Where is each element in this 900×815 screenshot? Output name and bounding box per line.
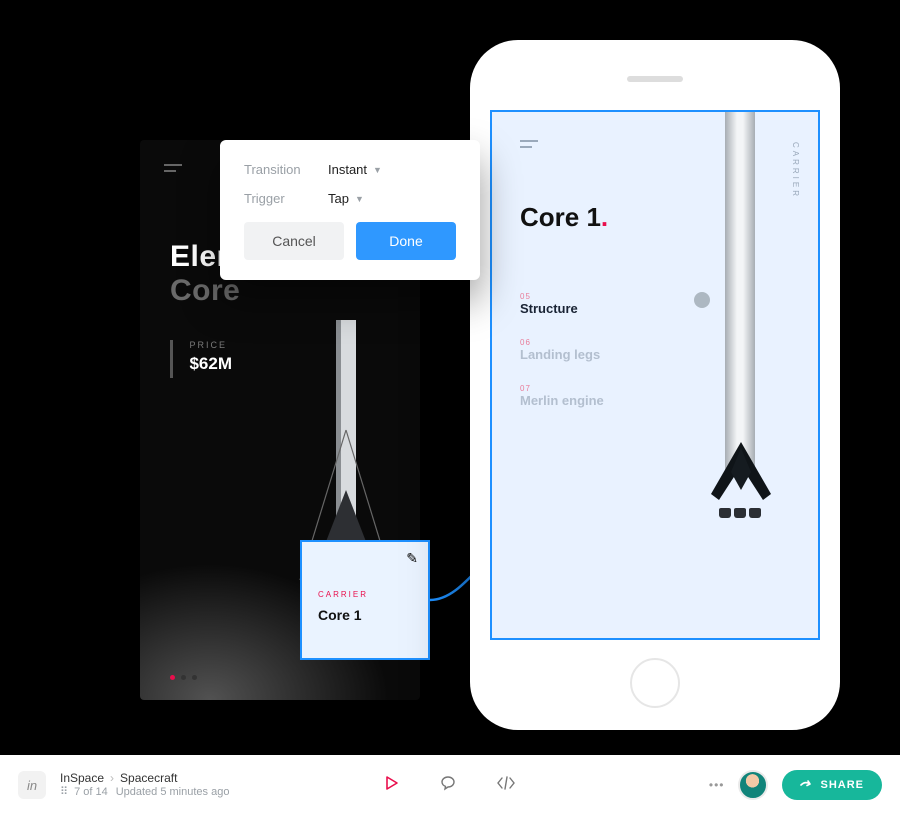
cancel-button[interactable]: Cancel — [244, 222, 344, 260]
share-label: SHARE — [820, 779, 864, 791]
breadcrumb: InSpace › Spacecraft ⠿ 7 of 14 Updated 5… — [60, 771, 229, 800]
hotspot-card[interactable]: ✎ CARRIER Core 1 — [300, 540, 430, 660]
bottom-toolbar: in InSpace › Spacecraft ⠿ 7 of 14 Update… — [0, 755, 900, 815]
transition-popover: Transition Instant ▼ Trigger Tap ▼ Cance… — [220, 140, 480, 280]
invision-logo[interactable]: in — [18, 771, 46, 799]
menu-icon — [520, 140, 538, 148]
artboard-light[interactable]: CARRIER Core 1. 05 Structure 06 Landing … — [490, 110, 820, 640]
screen-title: Core 1. — [520, 202, 608, 233]
menu-icon — [164, 164, 182, 172]
list-item[interactable]: 07 Merlin engine — [520, 384, 604, 408]
section-list: 05 Structure 06 Landing legs 07 Merlin e… — [520, 292, 604, 430]
grid-icon[interactable]: ⠿ — [60, 786, 66, 800]
page-name[interactable]: Spacecraft — [120, 771, 177, 786]
chevron-down-icon: ▼ — [373, 165, 382, 175]
more-icon[interactable]: ••• — [709, 778, 725, 792]
done-button[interactable]: Done — [356, 222, 456, 260]
item-number: 05 — [520, 292, 604, 301]
updated-text: Updated 5 minutes ago — [116, 786, 230, 800]
transition-label: Transition — [244, 162, 328, 177]
price-block: PRICE $62M — [170, 340, 232, 378]
edit-icon[interactable]: ✎ — [406, 550, 418, 567]
screen-title-text: Core 1 — [520, 202, 601, 232]
share-button[interactable]: SHARE — [782, 770, 882, 800]
vertical-label: CARRIER — [791, 142, 800, 199]
project-name[interactable]: InSpace — [60, 771, 104, 786]
chevron-right-icon: › — [110, 771, 114, 786]
share-arrow-icon — [800, 779, 812, 791]
item-label: Structure — [520, 301, 604, 316]
hotspot-category: CARRIER — [318, 590, 412, 599]
price-label: PRICE — [189, 340, 232, 350]
price-value: $62M — [189, 354, 232, 374]
avatar[interactable] — [738, 770, 768, 800]
item-number: 06 — [520, 338, 604, 347]
hotspot-title: Core 1 — [318, 607, 412, 623]
toolbar-center — [384, 775, 516, 795]
speaker — [627, 76, 683, 82]
home-button — [630, 658, 680, 708]
item-label: Landing legs — [520, 347, 604, 362]
trigger-select[interactable]: Tap ▼ — [328, 191, 364, 206]
item-number: 07 — [520, 384, 604, 393]
list-item[interactable]: 05 Structure — [520, 292, 604, 316]
comment-icon[interactable] — [440, 775, 456, 795]
transition-select[interactable]: Instant ▼ — [328, 162, 382, 177]
item-label: Merlin engine — [520, 393, 604, 408]
trigger-label: Trigger — [244, 191, 328, 206]
play-icon[interactable] — [384, 775, 400, 795]
screen-counter: 7 of 14 — [74, 786, 108, 800]
pager-dots[interactable] — [170, 675, 197, 680]
device-preview: CARRIER Core 1. 05 Structure 06 Landing … — [470, 40, 840, 730]
rocket-core-illustration — [693, 112, 788, 542]
list-item[interactable]: 06 Landing legs — [520, 338, 604, 362]
code-icon[interactable] — [496, 776, 516, 794]
prototype-canvas[interactable]: Eleme Core PRICE $62M ✎ CARRIER Core 1 — [0, 0, 900, 755]
chevron-down-icon: ▼ — [355, 194, 364, 204]
transition-value: Instant — [328, 162, 367, 177]
trigger-value: Tap — [328, 191, 349, 206]
